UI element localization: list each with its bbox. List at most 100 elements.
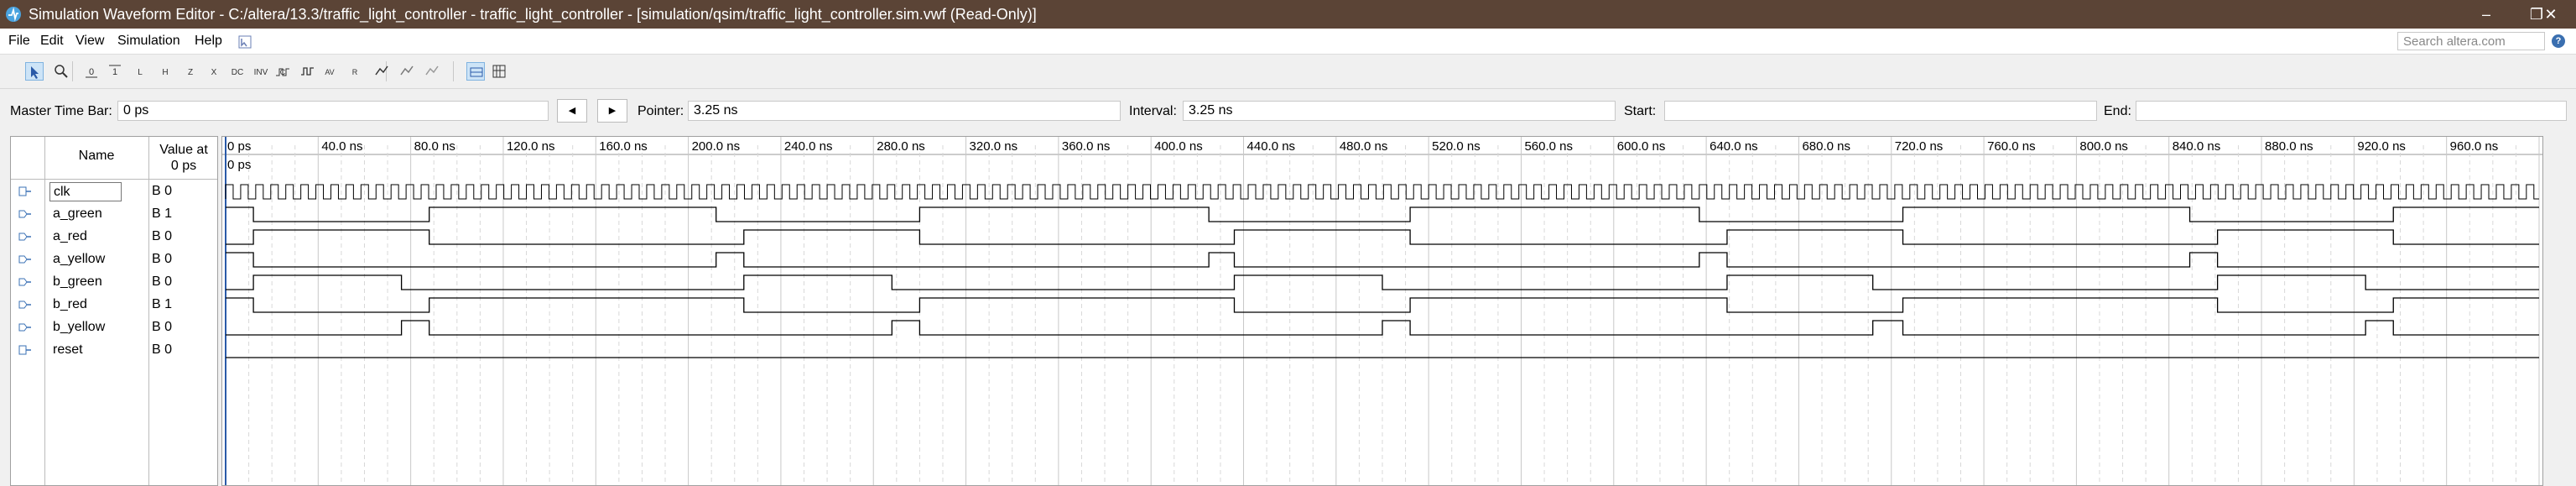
menu-bar: File Edit View Simulation Help bbox=[0, 29, 2576, 55]
time-tick-label: 400.0 ns bbox=[1154, 139, 1203, 154]
toolbar: 0 1 L H Z X DC INV C AV R bbox=[0, 55, 2576, 89]
time-tick-label: 720.0 ns bbox=[1895, 139, 1944, 154]
end-label: End: bbox=[2104, 104, 2131, 118]
arbitrary-value-icon[interactable]: AV bbox=[320, 62, 339, 81]
signal-value: B 1 bbox=[152, 297, 173, 311]
time-tick-label: 680.0 ns bbox=[1802, 139, 1850, 154]
signal-value: B 0 bbox=[152, 184, 173, 198]
high-impedance-icon[interactable]: Z bbox=[181, 62, 200, 81]
random-value-icon[interactable]: R bbox=[346, 62, 364, 81]
clock-value-icon[interactable] bbox=[299, 62, 317, 81]
master-time-bar-field[interactable]: 0 ps bbox=[117, 101, 549, 121]
run-timing-simulation-icon[interactable] bbox=[398, 62, 416, 81]
name-column-header[interactable]: Name bbox=[48, 149, 145, 164]
close-button[interactable]: ✕ bbox=[2526, 0, 2576, 29]
signal-row[interactable]: reset B 0 bbox=[11, 339, 217, 362]
grid-settings-icon[interactable] bbox=[490, 62, 508, 81]
signal-name: a_red bbox=[53, 229, 87, 243]
output-pin-icon bbox=[18, 300, 31, 309]
value-column-header-text: Value at 0 ps bbox=[159, 143, 208, 173]
svg-text:DC: DC bbox=[232, 68, 243, 77]
signal-value: B 0 bbox=[152, 252, 173, 266]
signal-name: b_green bbox=[53, 274, 102, 289]
signal-row[interactable]: b_red B 1 bbox=[11, 294, 217, 316]
window-title: Simulation Waveform Editor - C:/altera/1… bbox=[29, 6, 1037, 23]
pointer-field: 3.25 ns bbox=[688, 101, 1121, 121]
output-pin-icon bbox=[18, 233, 31, 241]
minimize-button[interactable]: – bbox=[2461, 0, 2511, 29]
waveform-panel[interactable]: 0 ps 40.0 ns 80.0 ns 120.0 ns 160.0 ns 200.0 … bbox=[221, 136, 2543, 486]
svg-text:Z: Z bbox=[188, 68, 193, 77]
search-input[interactable]: Search altera.com bbox=[2397, 32, 2545, 50]
svg-text:1: 1 bbox=[112, 67, 117, 77]
weak-low-icon[interactable]: L bbox=[131, 62, 149, 81]
signal-row[interactable]: a_yellow B 0 bbox=[11, 248, 217, 271]
select-tool-icon[interactable] bbox=[25, 62, 44, 81]
output-pin-icon bbox=[18, 255, 31, 264]
svg-text:INV: INV bbox=[254, 68, 268, 77]
time-tick-label: 960.0 ns bbox=[2450, 139, 2499, 154]
signal-row[interactable]: clk B 0 bbox=[11, 180, 217, 203]
run-functional-simulation-icon[interactable] bbox=[372, 62, 391, 81]
count-value-icon[interactable]: C bbox=[273, 62, 292, 81]
signal-row[interactable]: b_yellow B 0 bbox=[11, 316, 217, 339]
signal-value: B 0 bbox=[152, 342, 173, 357]
snap-to-grid-icon[interactable] bbox=[466, 62, 485, 81]
time-tick-label: 280.0 ns bbox=[877, 139, 925, 154]
menu-file[interactable]: File bbox=[8, 34, 30, 49]
previous-transition-button[interactable]: ◀ bbox=[557, 99, 587, 123]
signal-name: clk bbox=[49, 182, 122, 201]
next-transition-button[interactable]: ▶ bbox=[597, 99, 627, 123]
time-tick-label: 640.0 ns bbox=[1710, 139, 1758, 154]
signal-value: B 1 bbox=[152, 206, 173, 221]
time-tick-label: 160.0 ns bbox=[599, 139, 648, 154]
master-time-bar-label: Master Time Bar: bbox=[10, 104, 112, 118]
svg-text:R: R bbox=[352, 68, 358, 76]
time-tick-label: 440.0 ns bbox=[1247, 139, 1296, 154]
output-pin-icon bbox=[18, 210, 31, 218]
time-tick-label: 560.0 ns bbox=[1524, 139, 1573, 154]
time-tick-label: 800.0 ns bbox=[2079, 139, 2128, 154]
time-tick-label: 0 ps bbox=[227, 139, 251, 154]
output-pin-icon bbox=[18, 278, 31, 286]
time-tick-label: 480.0 ns bbox=[1340, 139, 1388, 154]
signal-row[interactable]: b_green B 0 bbox=[11, 271, 217, 294]
signal-row[interactable]: a_red B 0 bbox=[11, 226, 217, 248]
forcing-low-icon[interactable]: 0 bbox=[82, 62, 101, 81]
time-tick-label: 760.0 ns bbox=[1987, 139, 2036, 154]
time-tick-label: 880.0 ns bbox=[2265, 139, 2313, 154]
time-tick-label: 40.0 ns bbox=[321, 139, 362, 154]
signal-name: reset bbox=[53, 342, 83, 357]
time-tick-label: 360.0 ns bbox=[1062, 139, 1111, 154]
waveform-canvas[interactable]: 0 ps 40.0 ns 80.0 ns 120.0 ns 160.0 ns 200.0 … bbox=[222, 137, 2542, 485]
input-pin-icon bbox=[18, 345, 31, 355]
signal-name: b_red bbox=[53, 297, 87, 311]
help-pointer-icon[interactable] bbox=[238, 35, 252, 49]
forcing-high-icon[interactable]: 1 bbox=[106, 62, 124, 81]
invert-icon[interactable]: INV bbox=[252, 62, 270, 81]
signal-row[interactable]: a_green B 1 bbox=[11, 203, 217, 226]
time-tick-label: 200.0 ns bbox=[692, 139, 741, 154]
time-tick-label: 600.0 ns bbox=[1617, 139, 1666, 154]
generate-netlist-icon[interactable] bbox=[423, 62, 441, 81]
app-icon bbox=[6, 7, 21, 22]
menu-simulation[interactable]: Simulation bbox=[117, 34, 180, 49]
interval-field: 3.25 ns bbox=[1183, 101, 1616, 121]
value-column-header[interactable]: Value at 0 ps bbox=[150, 142, 217, 174]
unknown-value-icon[interactable]: X bbox=[205, 62, 223, 81]
signal-name: a_yellow bbox=[53, 252, 106, 266]
time-tick-label: 920.0 ns bbox=[2357, 139, 2406, 154]
weak-high-icon[interactable]: H bbox=[156, 62, 174, 81]
menu-edit[interactable]: Edit bbox=[40, 34, 64, 49]
signal-name-panel: Name Value at 0 ps clk B 0 a_green B 1 a_red B… bbox=[10, 136, 218, 486]
menu-view[interactable]: View bbox=[75, 34, 104, 49]
dont-care-icon[interactable]: DC bbox=[228, 62, 247, 81]
time-bar: Master Time Bar: 0 ps ◀ ▶ Pointer: 3.25 … bbox=[0, 92, 2576, 129]
title-bar: Simulation Waveform Editor - C:/altera/1… bbox=[0, 0, 2576, 29]
end-field bbox=[2136, 101, 2567, 121]
signal-name: a_green bbox=[53, 206, 102, 221]
help-icon[interactable]: ? bbox=[2552, 34, 2565, 48]
zoom-tool-icon[interactable] bbox=[52, 62, 70, 81]
svg-text:X: X bbox=[211, 68, 217, 77]
menu-help[interactable]: Help bbox=[195, 34, 222, 49]
